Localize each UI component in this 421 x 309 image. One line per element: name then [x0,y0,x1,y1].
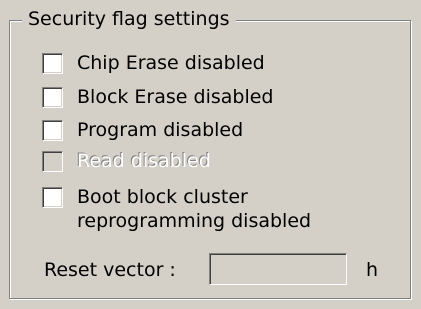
block-erase-disabled-label[interactable]: Block Erase disabled [77,85,274,110]
boot-block-reprogramming-disabled-option[interactable]: Boot block cluster reprogramming disable… [42,185,311,233]
reset-vector-input [209,253,347,285]
program-disabled-option[interactable]: Program disabled [42,118,243,143]
block-erase-disabled-checkbox[interactable] [42,87,63,108]
read-disabled-option: Read disabled [42,149,211,174]
chip-erase-disabled-option[interactable]: Chip Erase disabled [42,51,265,76]
reset-vector-label: Reset vector : [44,259,176,281]
read-disabled-label: Read disabled [77,150,211,172]
chip-erase-disabled-checkbox[interactable] [42,53,63,74]
chip-erase-disabled-label[interactable]: Chip Erase disabled [77,51,265,76]
block-erase-disabled-option[interactable]: Block Erase disabled [42,85,274,110]
read-disabled-checkbox [42,151,63,172]
boot-block-reprogramming-disabled-checkbox[interactable] [42,187,63,208]
program-disabled-checkbox[interactable] [42,120,63,141]
reset-vector-unit: h [366,259,379,281]
program-disabled-label[interactable]: Program disabled [77,118,243,143]
group-title: Security flag settings [22,7,236,31]
boot-block-reprogramming-disabled-label[interactable]: Boot block cluster reprogramming disable… [77,185,311,233]
